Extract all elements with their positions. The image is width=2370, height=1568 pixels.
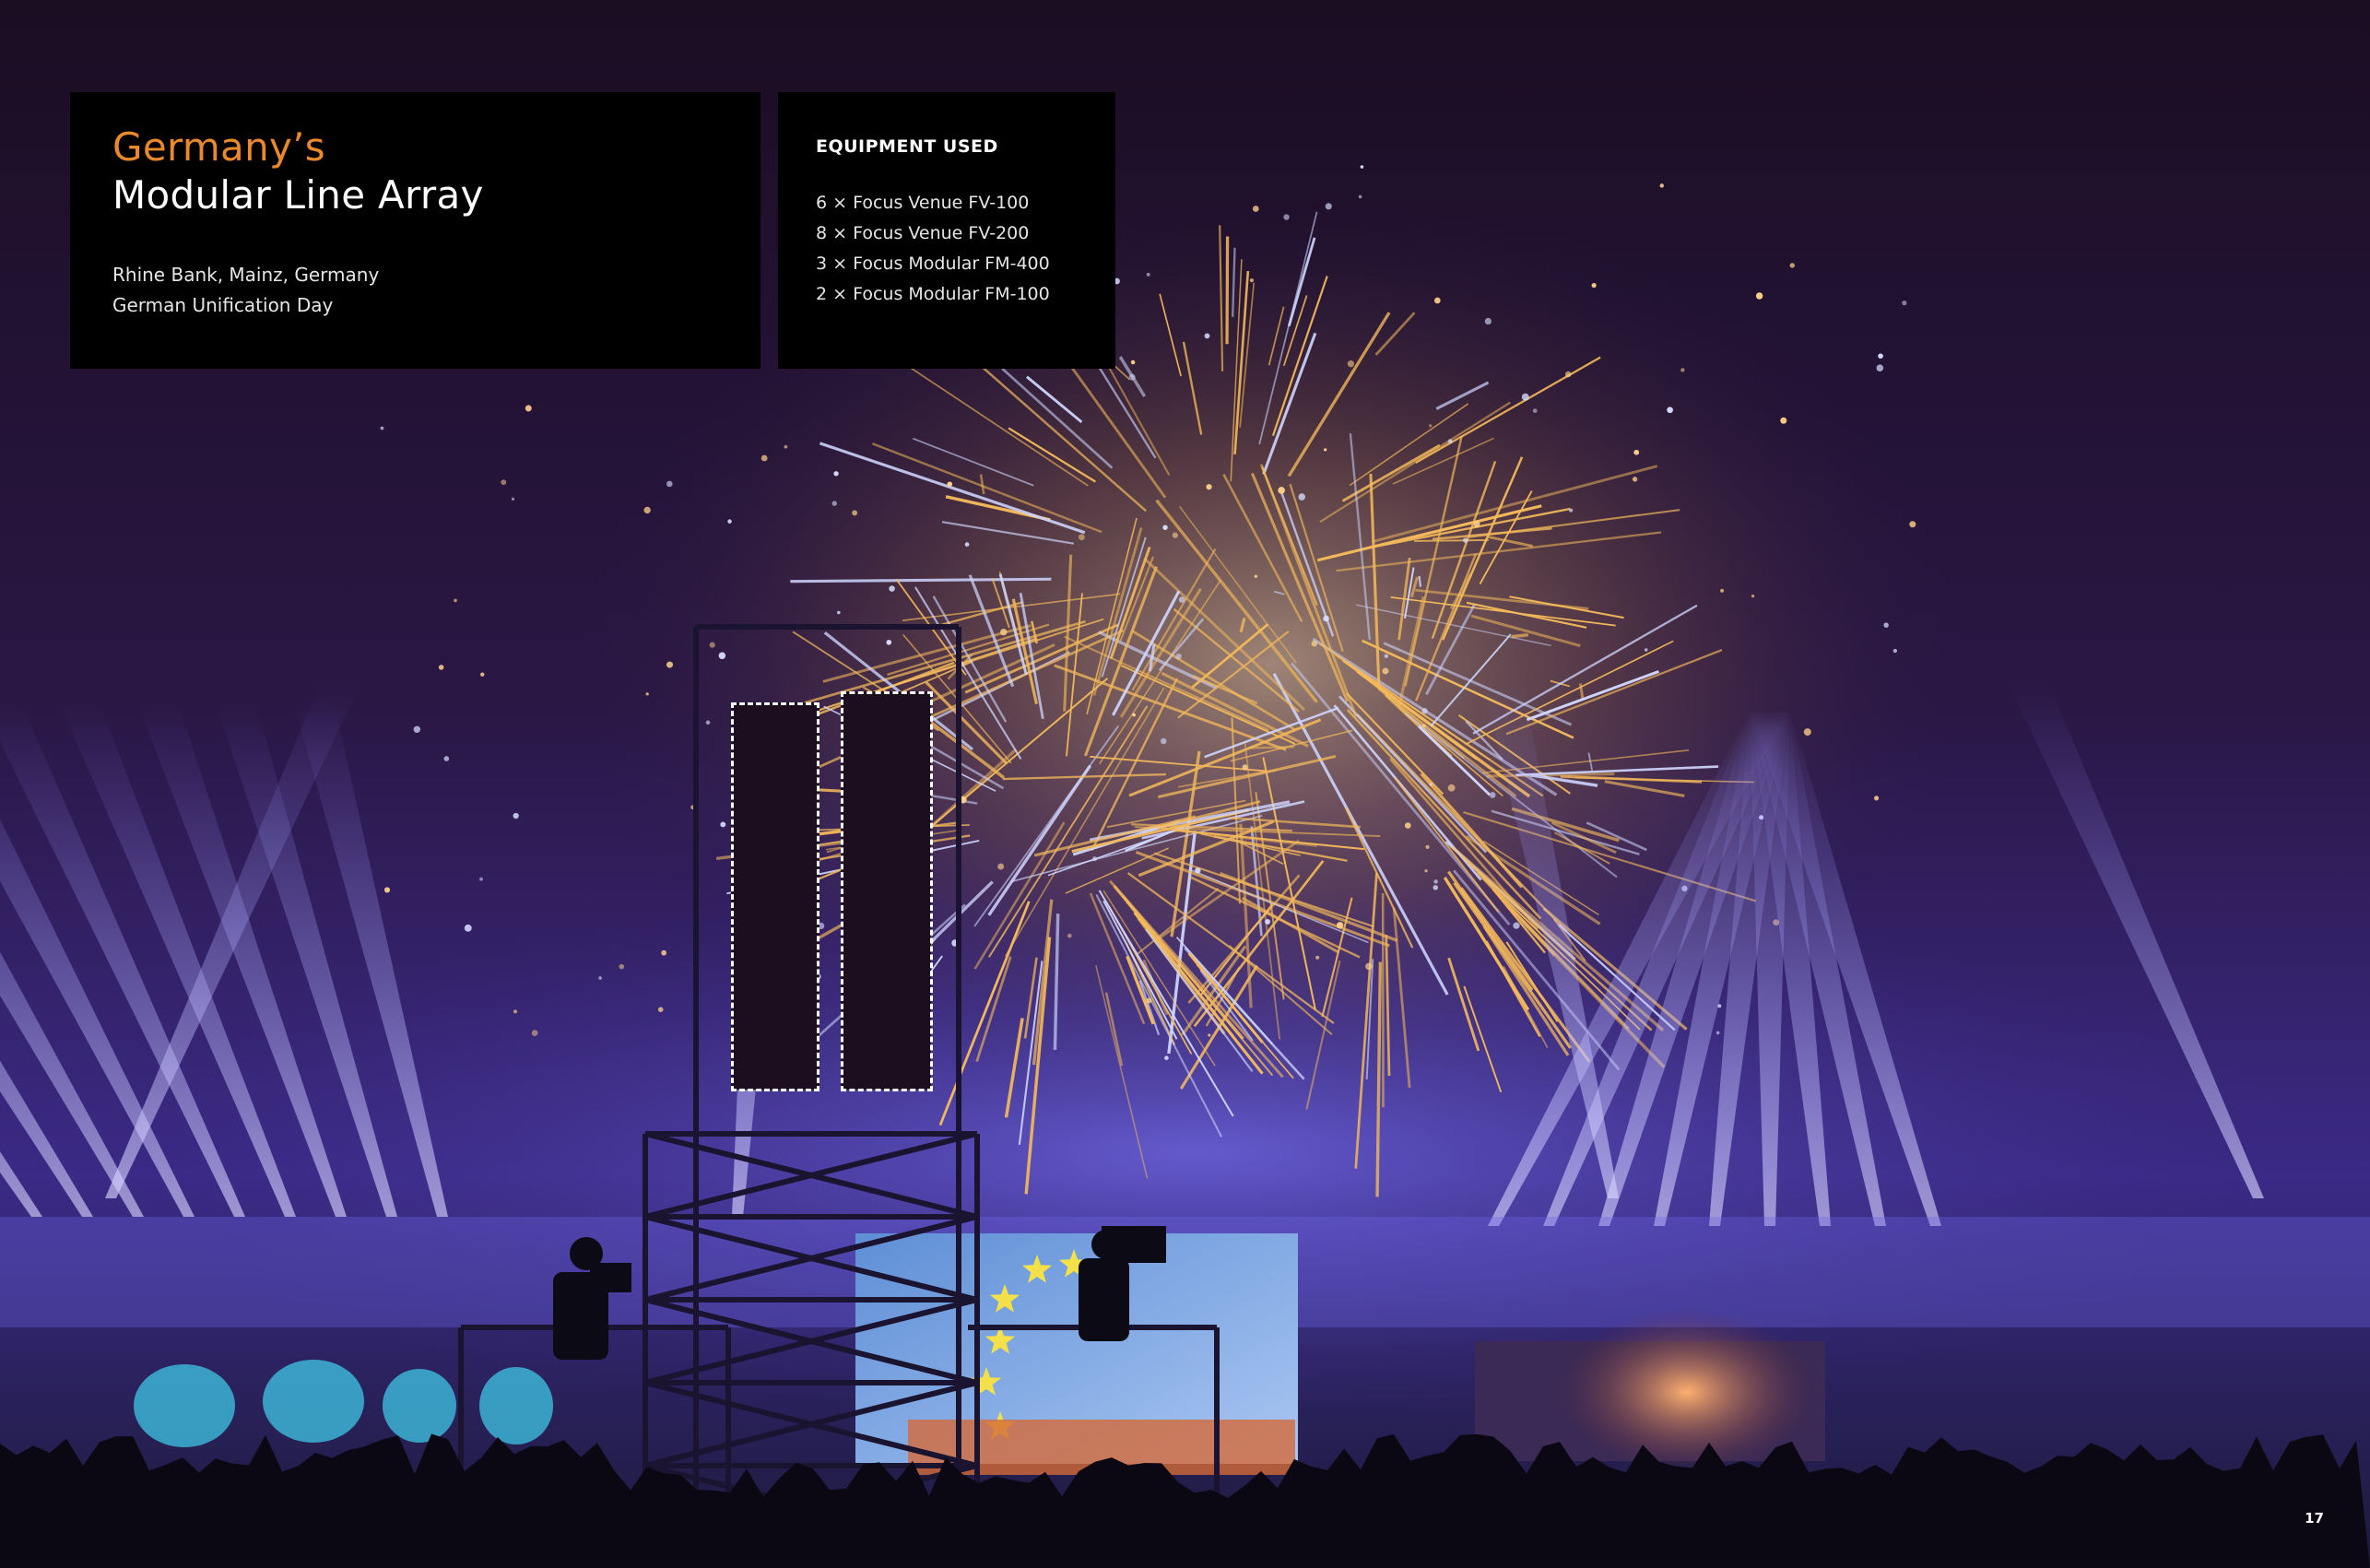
line-array-outline-left xyxy=(731,702,819,1091)
event-location: Rhine Bank, Mainz, Germany xyxy=(112,264,380,286)
title-country: Germany’s xyxy=(112,124,325,170)
equipment-list: 6 × Focus Venue FV-100 8 × Focus Venue F… xyxy=(816,188,1078,310)
title-product: Modular Line Array xyxy=(112,172,484,218)
event-details: Rhine Bank, Mainz, Germany German Unific… xyxy=(112,260,718,321)
event-name: German Unification Day xyxy=(112,294,334,316)
line-array-outline-right xyxy=(841,691,933,1091)
equipment-item: 3 × Focus Modular FM-400 xyxy=(816,253,1050,274)
equipment-heading: EQUIPMENT USED xyxy=(816,136,998,157)
equipment-item: 8 × Focus Venue FV-200 xyxy=(816,223,1030,243)
equipment-item: 2 × Focus Modular FM-100 xyxy=(816,284,1050,304)
equipment-item: 6 × Focus Venue FV-100 xyxy=(816,193,1030,213)
page-number: 17 xyxy=(2305,1510,2324,1527)
title-card: Germany’s Modular Line Array Rhine Bank,… xyxy=(70,92,761,369)
equipment-card: EQUIPMENT USED 6 × Focus Venue FV-100 8 … xyxy=(778,92,1115,369)
